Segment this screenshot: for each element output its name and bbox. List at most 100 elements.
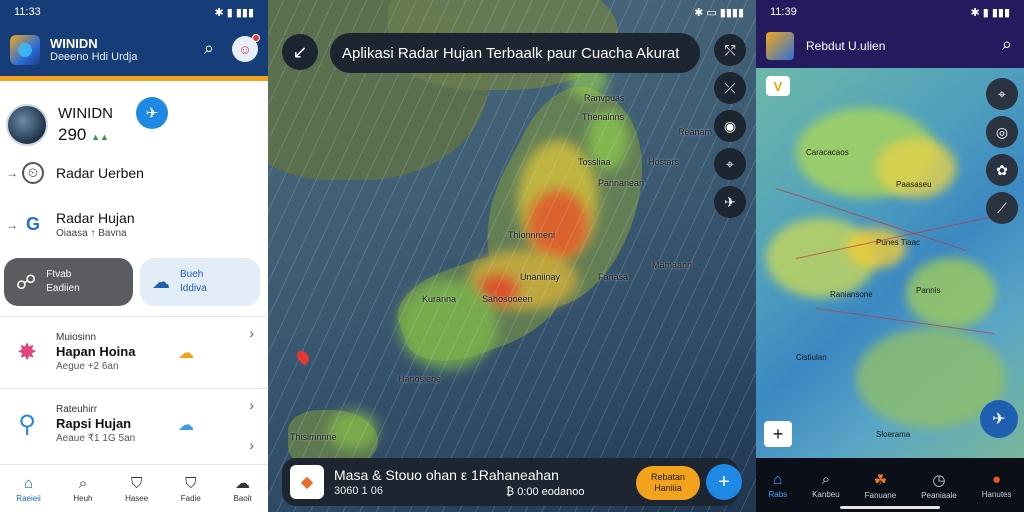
profile-value: 290 — [58, 125, 87, 144]
storm-cell — [876, 138, 956, 198]
route-button[interactable]: ⤫ — [714, 72, 746, 104]
cloud-icon: ☁ — [152, 271, 170, 292]
nav-alerts[interactable]: ⛉ Fadie — [181, 475, 201, 503]
home-icon: ⌂ — [773, 471, 783, 488]
satellite-map-screen: 11:39 ✱ ▮ ▮▮▮ Rebdut U.ulien ⌕ Caracacao… — [756, 0, 1024, 512]
zoom-in-button[interactable]: + — [764, 421, 792, 447]
plus-icon: + — [718, 470, 730, 493]
nav-radar[interactable]: ☘ Fanuane — [865, 471, 897, 500]
search-icon[interactable]: ⌕ — [204, 38, 214, 59]
map-label: Hanosiene — [398, 374, 442, 384]
avatar — [6, 104, 48, 146]
gear-icon: ✿ — [996, 161, 1008, 178]
app-title: Rebdut U.ulien — [806, 39, 886, 53]
pill-line2: Eadiien — [46, 283, 80, 294]
alert-button[interactable]: ◉ — [714, 110, 746, 142]
map-tools: ⤲ ⤫ ◉ ⌖ ✈ — [714, 34, 746, 218]
radar-map[interactable]: Ranvpuas Thenainns Reanam Tossliaa Hosta… — [268, 0, 756, 512]
nav-home[interactable]: ⌂ Rabs — [768, 471, 787, 499]
wind-icon: ✈ — [724, 193, 736, 210]
map-label: Hostars — [648, 157, 680, 167]
map-label: Unaniinay — [520, 272, 561, 282]
notification-button[interactable]: ☺ — [232, 34, 260, 62]
add-button[interactable]: + — [706, 464, 742, 500]
navigate-button[interactable]: ✈ — [980, 400, 1018, 438]
chevron-right-icon: › — [249, 437, 254, 453]
list-item[interactable]: ✸ Muiosinn Hapan Hoina Aegue +2 6an ☁ › — [0, 316, 268, 388]
map-tools: ⌖ ◎ ✿ ⟋ — [986, 78, 1018, 224]
clock-icon: ⏲ — [22, 162, 44, 184]
nav-label: Peaniaale — [921, 490, 957, 500]
pill-line1: Bueh — [180, 269, 204, 280]
nav-cloud[interactable]: ☁ Baoit — [233, 474, 251, 503]
home-icon: ⌂ — [24, 474, 34, 492]
search-icon: ⌕ — [78, 474, 88, 492]
map-search-bar[interactable]: Aplikasi Radar Hujan Terbaalk paur Cuach… — [330, 33, 700, 73]
item-category: Muiosinn — [56, 331, 97, 343]
menu-sub: Oiaasa ↑ Bavna — [56, 228, 127, 239]
app-subtitle: Deeeno Hdi Urdja — [50, 51, 138, 64]
map-label: Tossliaa — [578, 157, 611, 167]
menu-label: Radar Uerben — [56, 165, 144, 181]
search-icon: ⌕ — [821, 471, 831, 488]
nav-label: Fadie — [180, 493, 201, 503]
nav-history[interactable]: ◷ Peaniaale — [921, 471, 957, 500]
map-label: Raniansone — [830, 290, 873, 299]
list-item[interactable]: ⚲ Rateuhirr Rapsi Hujan Aeaue ₹1 1G 5an … — [0, 388, 268, 460]
status-icons: ✱ ▮ ▮▮▮ — [214, 6, 254, 19]
map-label: Ranvpuas — [584, 93, 625, 103]
profile-card[interactable]: WINIDN 290 ▲▲ — [0, 81, 268, 155]
pill-line1: Ftvab — [46, 269, 72, 280]
satellite-map[interactable]: Caracacaos Paasaseu Punes Tiaac Ranianso… — [756, 68, 1024, 458]
pill-line2: Iddiva — [180, 283, 207, 294]
layers-button[interactable]: ⤲ — [714, 34, 746, 66]
measure-button[interactable]: ⟋ — [986, 192, 1018, 224]
satellite-icon: ☍ — [16, 271, 37, 294]
locate-button[interactable]: ✈ — [136, 97, 168, 129]
pin-button[interactable]: ◎ — [986, 116, 1018, 148]
menu-item-radar-uerben[interactable]: → ⏲ Radar Uerben — [0, 162, 268, 184]
status-time: 11:39 — [770, 6, 797, 18]
bottom-nav: ⌂ Raeieii ⌕ Heuh ⛉ Hasee ⛉ Fadie ☁ Baoit — [0, 464, 268, 512]
nav-profile[interactable]: ● Hanutes — [982, 471, 1012, 499]
forecast-card[interactable]: ◆ Masa & Stouo ohan ε 1Rahaneahan 3060 1… — [282, 458, 742, 506]
map-label: Fanasa — [598, 272, 629, 282]
status-bar: ✱ ▭ ▮▮▮▮ — [268, 0, 756, 24]
nav-label: Baoit — [233, 494, 252, 503]
plane-icon: ✈ — [992, 411, 1006, 428]
map-label: Punes Tiaac — [876, 238, 921, 247]
radar-logo-icon: G — [25, 214, 40, 234]
menu-item-radar-hujan[interactable]: → G Radar Hujan Oiaasa ↑ Bavna — [0, 210, 268, 239]
nav-label: Hanutes — [981, 490, 1012, 499]
route-icon: ⤫ — [724, 79, 736, 96]
status-time: 11:33 — [14, 6, 41, 18]
chevron-right-icon: › — [249, 325, 254, 341]
map-badge-icon[interactable]: V — [766, 76, 790, 96]
search-text: Aplikasi Radar Hujan Terbaalk paur Cuach… — [342, 44, 680, 62]
wind-button[interactable]: ✈ — [714, 186, 746, 218]
map-label: Mamaann — [652, 260, 693, 270]
location-button[interactable]: ⌖ — [714, 148, 746, 180]
radar-icon: ☘ — [873, 471, 888, 489]
profile-badge: ▲▲ — [91, 132, 109, 142]
home-indicator — [840, 506, 940, 509]
card-action-button[interactable]: Rebatan Haniiia — [636, 466, 700, 500]
colorful-app-icon: ✸ — [16, 339, 38, 366]
nav-search[interactable]: ⌕ Heuh — [73, 475, 92, 503]
quick-action-light[interactable]: ☁ Bueh Iddiva — [140, 258, 260, 306]
nav-search[interactable]: ⌕ Kanbeu — [812, 471, 840, 499]
search-icon[interactable]: ⌕ — [1002, 34, 1012, 55]
notification-dot — [252, 34, 260, 42]
map-label: Caracacaos — [806, 148, 849, 157]
back-button[interactable]: ↙ — [282, 34, 318, 70]
settings-button[interactable]: ✿ — [986, 154, 1018, 186]
pin-icon: ◎ — [995, 123, 1009, 140]
alert-icon: ⛉ — [185, 474, 197, 492]
map-label: Pannanean — [598, 178, 645, 188]
nav-shield[interactable]: ⛉ Hasee — [125, 475, 148, 503]
location-button[interactable]: ⌖ — [986, 78, 1018, 110]
nav-home[interactable]: ⌂ Raeieii — [16, 475, 40, 503]
profile-icon: ● — [992, 471, 1002, 488]
quick-action-dark[interactable]: ☍ Ftvab Eadiien — [4, 258, 133, 306]
nav-label: Heuh — [73, 493, 93, 503]
